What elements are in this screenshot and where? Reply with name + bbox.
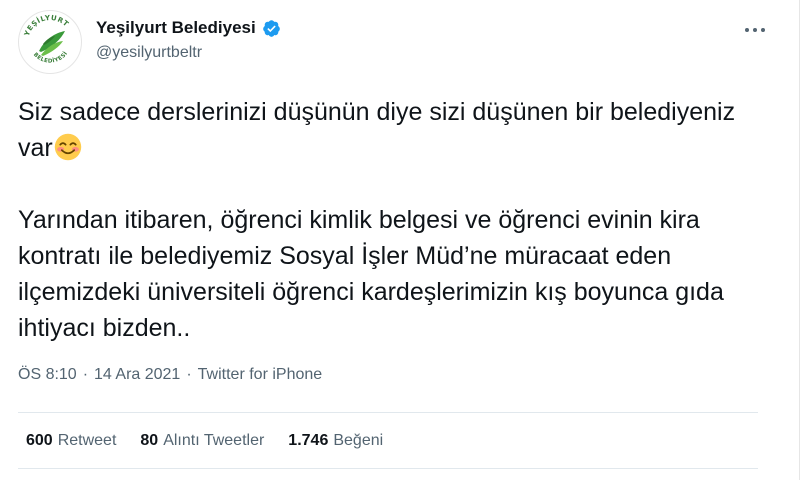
municipality-logo-icon: YEŞİLYURT BELEDİYESİ: [20, 12, 80, 72]
retweets-label: Retweet: [57, 432, 117, 449]
retweets-stat[interactable]: 600 Retweet: [26, 432, 116, 450]
quote-tweets-stat[interactable]: 80 Alıntı Tweetler: [140, 432, 264, 450]
tweet-source[interactable]: Twitter for iPhone: [198, 366, 323, 384]
divider: [18, 412, 758, 413]
divider: [18, 468, 758, 469]
smiling-face-emoji-icon: [54, 133, 81, 161]
display-name-row: Yeşilyurt Belediyesi: [96, 16, 281, 40]
avatar[interactable]: YEŞİLYURT BELEDİYESİ: [18, 10, 82, 74]
tweet-paragraph: Siz sadece derslerinizi düşünün diye siz…: [18, 94, 758, 166]
quote-tweets-label: Alıntı Tweetler: [163, 432, 265, 449]
display-name[interactable]: Yeşilyurt Belediyesi: [96, 18, 256, 38]
retweets-count: 600: [26, 432, 53, 449]
likes-stat[interactable]: 1.746 Beğeni: [288, 432, 383, 450]
tweet-stats: 600 Retweet 80 Alıntı Tweetler 1.746 Beğ…: [26, 432, 383, 450]
tweet-date[interactable]: 14 Ara 2021: [94, 366, 180, 384]
likes-label: Beğeni: [333, 432, 384, 449]
tweet-paragraph-1-text: Siz sadece derslerinizi düşünün diye siz…: [18, 98, 736, 162]
tweet-header: YEŞİLYURT BELEDİYESİ Yeşilyurt Belediyes…: [18, 8, 778, 74]
more-horizontal-icon: [745, 28, 765, 32]
tweet-meta: ÖS 8:10 · 14 Ara 2021 · Twitter for iPho…: [18, 366, 322, 384]
meta-separator: ·: [186, 366, 192, 383]
tweet-paragraph-2: Yarından itibaren, öğrenci kimlik belges…: [18, 206, 724, 342]
tweet-card: YEŞİLYURT BELEDİYESİ Yeşilyurt Belediyes…: [0, 0, 800, 480]
verified-badge-icon: [262, 19, 280, 37]
more-options-button[interactable]: [740, 18, 770, 42]
tweet-text: Siz sadece derslerinizi düşünün diye siz…: [18, 94, 758, 346]
likes-count: 1.746: [288, 432, 329, 449]
quote-tweets-count: 80: [140, 432, 159, 449]
user-handle[interactable]: @yesilyurtbeltr: [96, 44, 281, 62]
meta-separator: ·: [82, 366, 89, 383]
tweet-time[interactable]: ÖS 8:10: [18, 366, 77, 384]
user-info: Yeşilyurt Belediyesi @yesilyurtbeltr: [96, 16, 281, 62]
